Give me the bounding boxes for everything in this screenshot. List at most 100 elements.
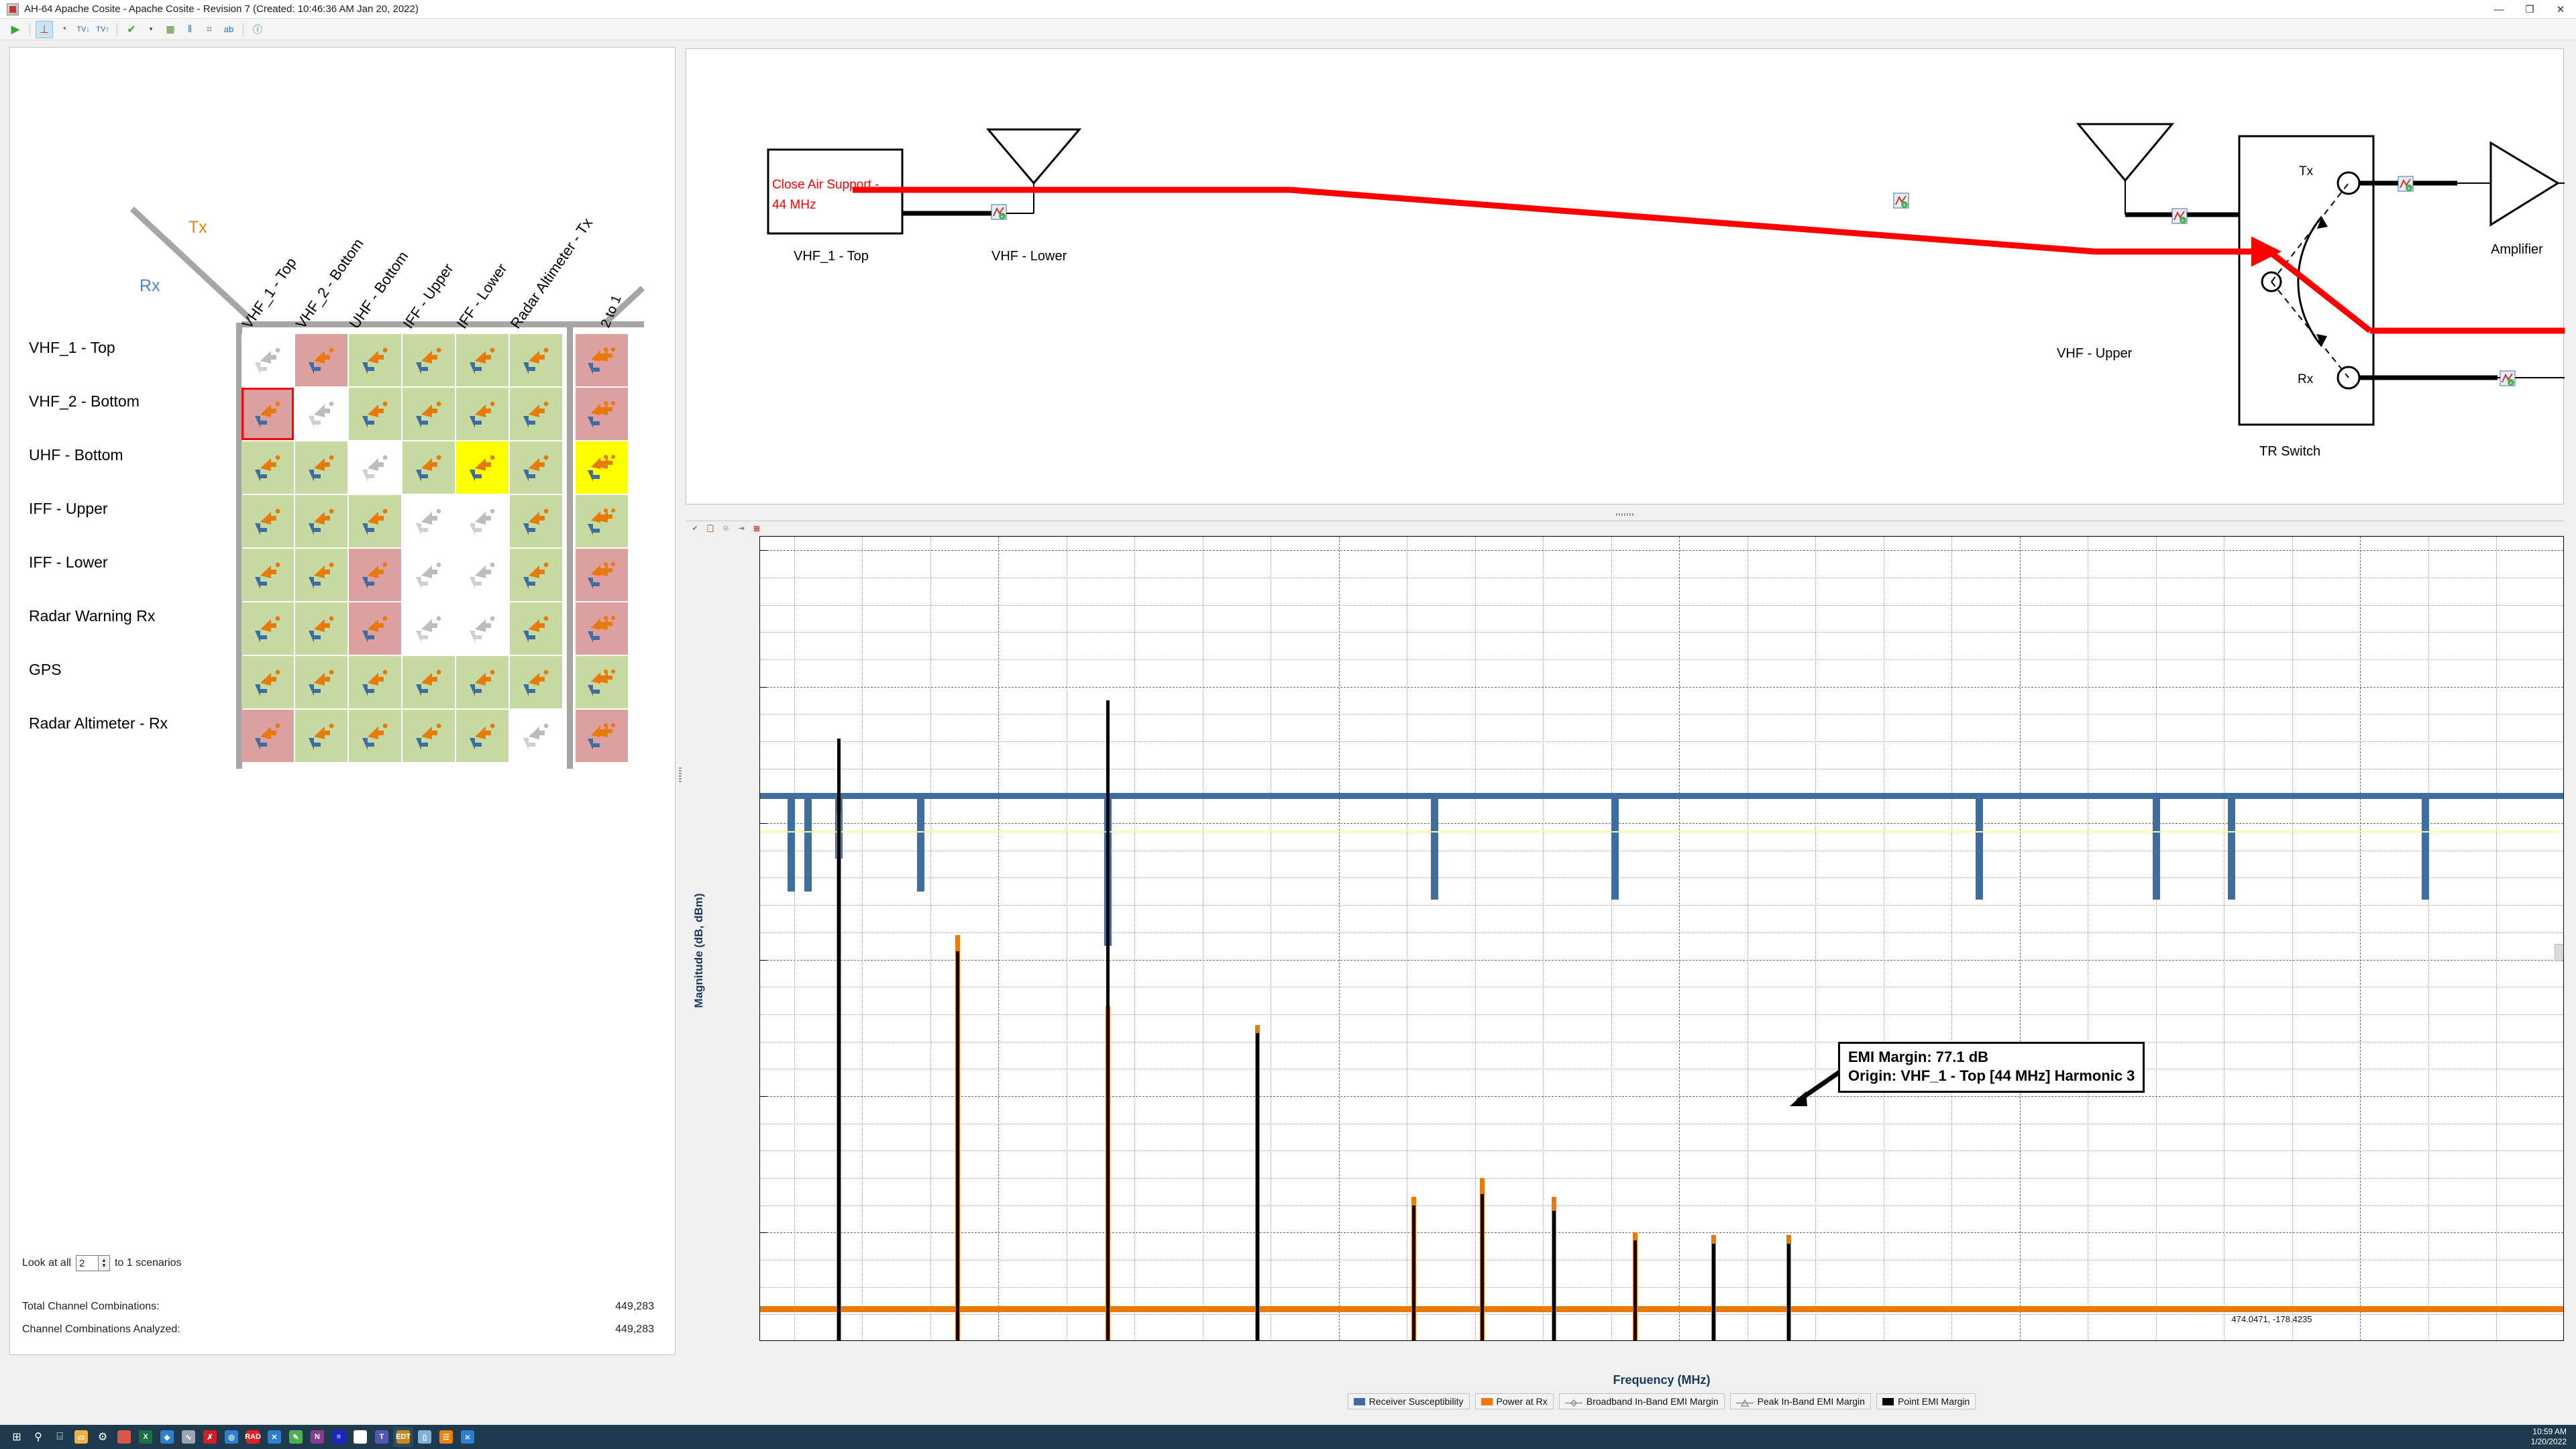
- help-icon[interactable]: ⓘ: [249, 21, 266, 38]
- matrix-cell-r3-c3[interactable]: [402, 495, 455, 547]
- cosite-matrix-document[interactable]: Tx Rx VHF_1 - Top VHF_2 - Bottom UHF - B…: [9, 47, 676, 1355]
- edt-icon[interactable]: EDT: [393, 1427, 413, 1447]
- rename-icon[interactable]: ab: [220, 21, 237, 38]
- rf-icon[interactable]: ⨯: [458, 1427, 478, 1447]
- matrix-view-icon[interactable]: ⊥: [36, 20, 53, 38]
- start-button[interactable]: ⊞: [7, 1427, 27, 1447]
- run-icon[interactable]: ▶: [7, 21, 24, 38]
- validate-icon[interactable]: ✔: [123, 21, 140, 38]
- matrix-cell-r0-c4[interactable]: [456, 334, 508, 386]
- cst-icon[interactable]: ◎: [221, 1427, 241, 1447]
- onenote-icon[interactable]: N: [307, 1427, 327, 1447]
- matrix-cell-r7-c1[interactable]: [295, 710, 347, 762]
- settings-icon[interactable]: ⚙: [93, 1427, 113, 1447]
- antenna-icon[interactable]: ☲: [436, 1427, 456, 1447]
- legend-item[interactable]: Receiver Susceptibility: [1347, 1393, 1470, 1409]
- excel-icon[interactable]: X: [136, 1427, 156, 1447]
- ansys-icon[interactable]: ✗: [200, 1427, 220, 1447]
- matrix-cell-r1-c6[interactable]: [576, 388, 628, 440]
- matrix-cell-r2-c6[interactable]: [576, 441, 628, 494]
- maximize-button[interactable]: ❐: [2514, 0, 2545, 19]
- matrix-cell-r6-c4[interactable]: [456, 656, 508, 708]
- matrix-cell-r3-c6[interactable]: [576, 495, 628, 547]
- matrix-cell-r5-c2[interactable]: [349, 602, 401, 655]
- file-explorer-icon[interactable]: ▭: [71, 1427, 91, 1447]
- stepper-down-icon[interactable]: ▼: [101, 1263, 107, 1269]
- port-probe-icon[interactable]: +: [2500, 370, 2516, 386]
- chart-scroll-handle[interactable]: [2555, 944, 2563, 961]
- matrix-cell-r5-c1[interactable]: [295, 602, 347, 655]
- matrix-cell-r0-c0[interactable]: [241, 334, 294, 386]
- matrix-cell-r3-c4[interactable]: [456, 495, 508, 547]
- matrix-cell-r6-c6[interactable]: [576, 656, 628, 708]
- matrix-cell-r4-c2[interactable]: [349, 549, 401, 601]
- doc-icon[interactable]: ▯: [415, 1427, 435, 1447]
- grid-icon[interactable]: ▦: [162, 21, 179, 38]
- matrix-cell-r5-c3[interactable]: [402, 602, 455, 655]
- vhf-upper-antenna[interactable]: [2076, 123, 2175, 182]
- matrix-cell-r5-c4[interactable]: [456, 602, 508, 655]
- search-icon[interactable]: ⚲: [28, 1427, 48, 1447]
- matrix-cell-r5-c5[interactable]: [510, 602, 562, 655]
- matrix-cell-r4-c4[interactable]: [456, 549, 508, 601]
- teams-icon[interactable]: T: [372, 1427, 392, 1447]
- matrix-cell-r2-c4[interactable]: [456, 441, 508, 494]
- look-at-all-input[interactable]: 2: [75, 1255, 99, 1271]
- matrix-cell-r6-c0[interactable]: [241, 656, 294, 708]
- matrix-cell-r1-c5[interactable]: [510, 388, 562, 440]
- window-icon[interactable]: ▭: [350, 1427, 370, 1447]
- matrix-cell-r7-c5[interactable]: [510, 710, 562, 762]
- emit-icon[interactable]: ≡: [329, 1427, 349, 1447]
- taskview-icon[interactable]: ⌸: [50, 1427, 70, 1447]
- horizontal-splitter[interactable]: [686, 510, 2564, 519]
- vhf-lower-antenna[interactable]: [985, 128, 1082, 185]
- matrix-cell-r7-c0[interactable]: [241, 710, 294, 762]
- vscode-icon[interactable]: ✕: [264, 1427, 284, 1447]
- matrix-cell-r4-c3[interactable]: [402, 549, 455, 601]
- legend-item[interactable]: Point EMI Margin: [1876, 1393, 1976, 1409]
- matrix-cell-r5-c6[interactable]: [576, 602, 628, 655]
- copy-icon[interactable]: 📋: [705, 523, 716, 533]
- legend-item[interactable]: Broadband In-Band EMI Margin: [1558, 1393, 1725, 1409]
- matrix-cell-r0-c6[interactable]: [576, 334, 628, 386]
- matrix-cell-r6-c1[interactable]: [295, 656, 347, 708]
- matrix-cell-r1-c4[interactable]: [456, 388, 508, 440]
- chrome-icon[interactable]: [114, 1427, 134, 1447]
- legend-item[interactable]: Power at Rx: [1474, 1393, 1554, 1409]
- matrix-cell-r4-c0[interactable]: [241, 549, 294, 601]
- matrix-cell-r0-c3[interactable]: [402, 334, 455, 386]
- matrix-cell-r1-c0[interactable]: [241, 388, 294, 440]
- vertical-splitter[interactable]: [676, 765, 684, 785]
- matrix-cell-r7-c4[interactable]: [456, 710, 508, 762]
- disable-icon[interactable]: ⊖: [720, 523, 731, 533]
- matrix-cell-r6-c2[interactable]: [349, 656, 401, 708]
- port-probe-icon[interactable]: +: [1893, 193, 1909, 209]
- gem-icon[interactable]: ◆: [157, 1427, 177, 1447]
- minimize-button[interactable]: —: [2483, 0, 2514, 19]
- export-icon[interactable]: ⇥: [736, 523, 747, 533]
- matrix-cell-r2-c0[interactable]: [241, 441, 294, 494]
- matrix-cell-r2-c2[interactable]: [349, 441, 401, 494]
- matrix-cell-r3-c5[interactable]: [510, 495, 562, 547]
- crossings-icon[interactable]: ⌗: [201, 21, 218, 38]
- matrix-cell-r3-c0[interactable]: [241, 495, 294, 547]
- port-probe-icon[interactable]: +: [2171, 208, 2188, 224]
- matrix-cell-r7-c6[interactable]: [576, 710, 628, 762]
- pie-chart-icon[interactable]: ◔: [55, 21, 72, 38]
- remove-tx-icon[interactable]: TV↑: [94, 21, 111, 38]
- look-at-all-stepper[interactable]: ▲ ▼: [98, 1255, 110, 1271]
- matrix-cell-r6-c3[interactable]: [402, 656, 455, 708]
- matrix-cell-r4-c5[interactable]: [510, 549, 562, 601]
- apply-icon[interactable]: ✔: [690, 523, 700, 533]
- matrix-cell-r1-c3[interactable]: [402, 388, 455, 440]
- port-probe-icon[interactable]: +: [2398, 176, 2414, 192]
- matrix-cell-r4-c1[interactable]: [295, 549, 347, 601]
- matrix-cell-r0-c2[interactable]: [349, 334, 401, 386]
- matrix-cell-r0-c5[interactable]: [510, 334, 562, 386]
- matrix-cell-r4-c6[interactable]: [576, 549, 628, 601]
- matrix-cell-r7-c3[interactable]: [402, 710, 455, 762]
- amplifier-block[interactable]: [2489, 141, 2560, 227]
- chart-plot-area[interactable]: 100500-50-100-150100200300400500474.0471…: [759, 536, 2564, 1341]
- chart-options-icon[interactable]: ▦: [751, 523, 762, 533]
- matrix-cell-r6-c5[interactable]: [510, 656, 562, 708]
